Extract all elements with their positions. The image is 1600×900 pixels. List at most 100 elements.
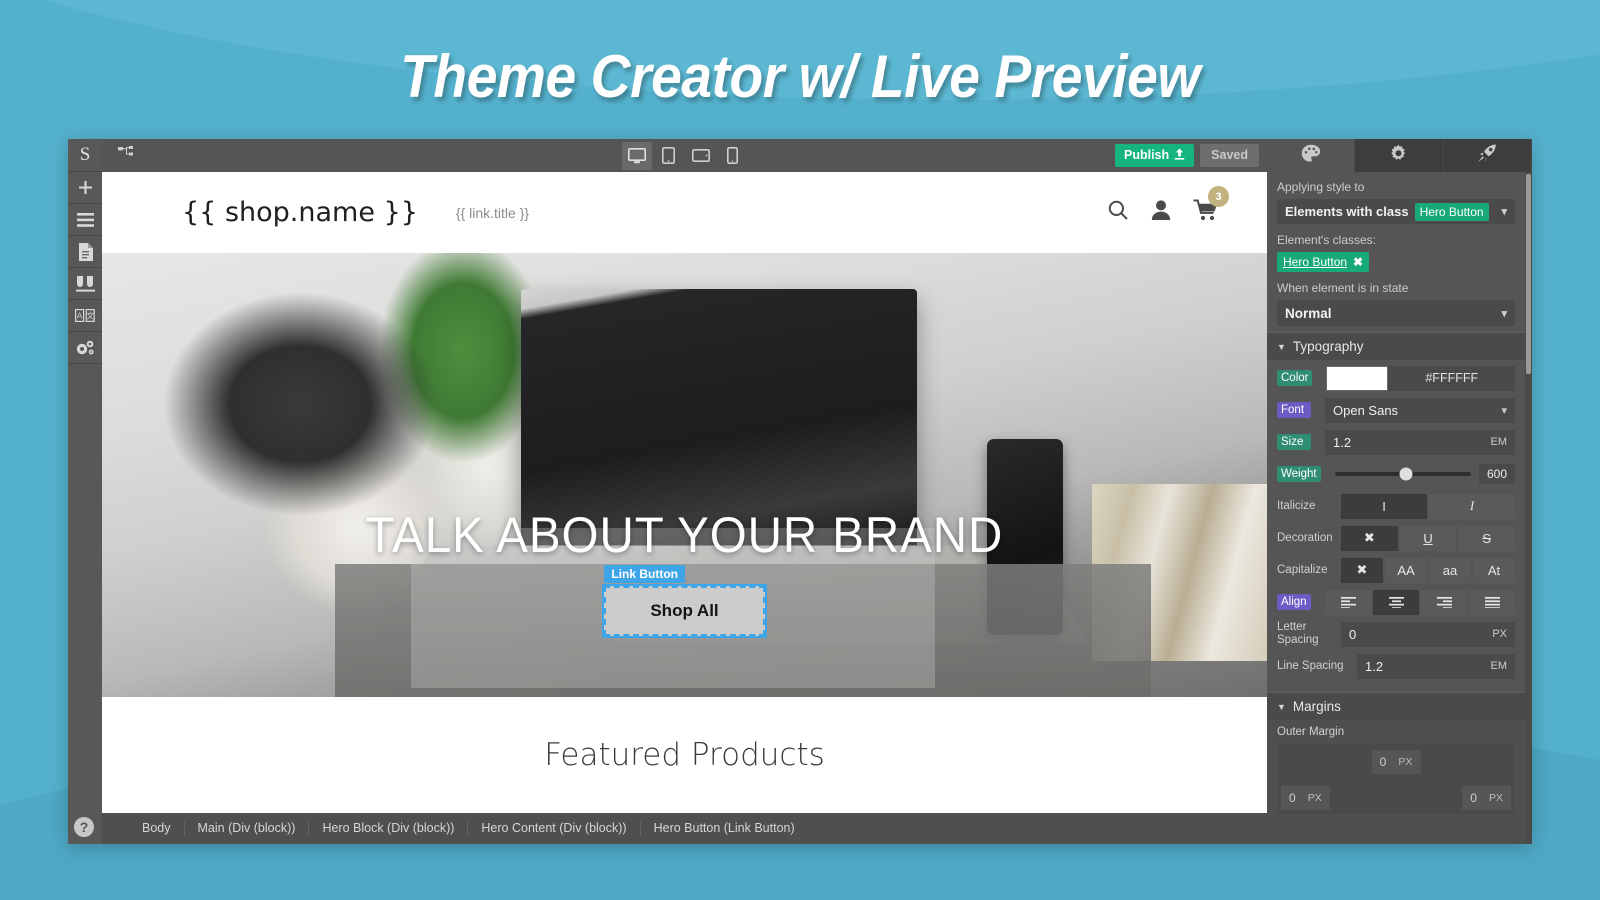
margin-right-input[interactable]: 0 PX <box>1462 786 1511 810</box>
device-preview-switcher <box>102 141 1267 170</box>
prop-line-spacing: Line Spacing 1.2 EM <box>1277 652 1515 680</box>
preview-featured-section: Featured Products <box>102 697 1267 813</box>
align-label: Align <box>1277 593 1311 611</box>
margin-left-input[interactable]: 0 PX <box>1281 786 1330 810</box>
preview-site-header: {{ shop.name }} {{ link.title }} 3 <box>102 172 1267 253</box>
italicize-on-button[interactable]: I <box>1429 493 1515 519</box>
chevron-down-icon: ▾ <box>1501 404 1507 417</box>
translations-icon[interactable]: A文 <box>68 300 102 332</box>
breadcrumb-item-main[interactable]: Main (Div (block)) <box>185 822 310 835</box>
prop-letter-spacing: Letter Spacing 0 PX <box>1277 620 1515 648</box>
selector-section: Applying style to Elements with class He… <box>1267 172 1525 332</box>
align-segmented <box>1325 589 1515 615</box>
capitalize-upper-button[interactable]: AA <box>1385 557 1427 583</box>
align-left-button[interactable] <box>1325 589 1371 615</box>
element-class-chip[interactable]: Hero Button ✖ <box>1277 252 1370 272</box>
publish-button[interactable]: Publish <box>1115 144 1195 167</box>
prop-color: Color #FFFFFF <box>1277 364 1515 392</box>
sitemap-icon[interactable] <box>110 146 143 165</box>
size-unit: EM <box>1490 436 1508 448</box>
italicize-label: Italicize <box>1277 499 1316 512</box>
capitalize-none-button[interactable]: ✖ <box>1341 557 1383 583</box>
margin-top-input[interactable]: 0 PX <box>1371 750 1421 774</box>
margins-section-title: Margins <box>1292 699 1341 714</box>
element-state-select[interactable]: Normal ▾ <box>1277 300 1515 326</box>
layers-icon[interactable] <box>68 204 102 236</box>
inspector-scrollbar[interactable] <box>1525 172 1532 844</box>
search-icon[interactable] <box>1107 199 1129 226</box>
applying-style-select[interactable]: Elements with class Hero Button ▾ <box>1277 199 1515 224</box>
inspector-scroll-body: Applying style to Elements with class He… <box>1267 172 1532 844</box>
device-desktop[interactable] <box>621 141 652 170</box>
line-spacing-unit: EM <box>1490 660 1508 672</box>
banner-title: Theme Creator w/ Live Preview <box>400 43 1200 110</box>
element-state-value: Normal <box>1285 305 1332 321</box>
device-mobile[interactable] <box>718 142 748 170</box>
align-center-button[interactable] <box>1373 589 1419 615</box>
chevron-down-icon: ▾ <box>1501 206 1507 218</box>
hero-button-selection: Link Button Shop All <box>602 565 767 639</box>
color-hex-value[interactable]: #FFFFFF <box>1388 365 1515 391</box>
margins-section-header[interactable]: ▼ Margins <box>1267 692 1525 720</box>
close-icon[interactable]: ✖ <box>1353 255 1363 269</box>
align-right-button[interactable] <box>1421 589 1467 615</box>
weight-value[interactable]: 600 <box>1479 464 1515 484</box>
device-tablet[interactable] <box>654 142 684 170</box>
italicize-off-button[interactable]: I <box>1341 493 1427 519</box>
components-icon[interactable] <box>68 268 102 300</box>
font-select[interactable]: Open Sans ▾ <box>1325 397 1515 423</box>
pages-icon[interactable] <box>68 236 102 268</box>
tab-settings[interactable] <box>1355 139 1444 172</box>
capitalize-title-button[interactable]: At <box>1473 557 1515 583</box>
hero-title-text[interactable]: TALK ABOUT YOUR BRAND <box>131 506 1238 564</box>
publish-label: Publish <box>1124 148 1170 163</box>
breadcrumb-item-hero-button[interactable]: Hero Button (Link Button) <box>641 822 808 835</box>
letter-spacing-input[interactable]: 0 PX <box>1341 621 1515 647</box>
inspector-scrollbar-thumb[interactable] <box>1526 174 1531 374</box>
capitalize-lower-button[interactable]: aa <box>1429 557 1471 583</box>
decoration-underline-button[interactable]: U <box>1399 525 1457 551</box>
app-logo[interactable]: S <box>68 139 102 172</box>
line-spacing-value: 1.2 <box>1365 658 1384 674</box>
applying-style-label: Applying style to <box>1277 180 1365 194</box>
decoration-label: Decoration <box>1277 531 1333 544</box>
account-icon[interactable] <box>1151 199 1171 226</box>
featured-products-title[interactable]: Featured Products <box>544 737 825 773</box>
rocket-icon <box>1477 144 1497 168</box>
hero-shop-all-button[interactable]: Shop All <box>602 584 767 639</box>
line-spacing-input[interactable]: 1.2 EM <box>1357 653 1515 679</box>
shop-name-text: {{ shop.name }} <box>182 197 418 228</box>
weight-slider-knob[interactable] <box>1399 467 1413 481</box>
size-value: 1.2 <box>1333 434 1352 450</box>
chevron-down-icon: ▾ <box>1501 307 1507 320</box>
letter-spacing-label: Letter Spacing <box>1277 621 1319 646</box>
element-state-label: When element is in state <box>1277 281 1409 295</box>
device-tablet-landscape[interactable] <box>686 142 716 170</box>
align-justify-button[interactable] <box>1469 589 1515 615</box>
nav-link-text[interactable]: {{ link.title }} <box>456 205 529 221</box>
color-label: Color <box>1277 369 1313 387</box>
breadcrumb-item-body[interactable]: Body <box>104 822 185 835</box>
tab-publish[interactable] <box>1444 139 1532 172</box>
color-swatch[interactable] <box>1326 365 1389 391</box>
saved-button[interactable]: Saved <box>1200 144 1259 167</box>
decoration-none-button[interactable]: ✖ <box>1341 525 1398 551</box>
prop-capitalize: Capitalize ✖ AA aa At <box>1277 556 1515 584</box>
letter-spacing-value: 0 <box>1349 626 1357 642</box>
typography-section-header[interactable]: ▼ Typography <box>1267 332 1525 360</box>
size-input[interactable]: 1.2 EM <box>1325 429 1515 455</box>
gear-icon <box>1389 144 1408 168</box>
cart-icon[interactable]: 3 <box>1193 186 1229 226</box>
settings-gears-icon[interactable] <box>68 332 102 364</box>
tab-styles[interactable] <box>1267 139 1356 172</box>
help-button[interactable]: ? <box>74 817 94 837</box>
decoration-strikethrough-button[interactable]: S <box>1458 525 1516 551</box>
margin-top-unit: PX <box>1398 756 1413 768</box>
upload-icon <box>1174 148 1185 163</box>
breadcrumb-item-hero-block[interactable]: Hero Block (Div (block)) <box>309 822 469 835</box>
weight-slider[interactable] <box>1334 467 1471 481</box>
add-icon[interactable] <box>68 172 102 204</box>
breadcrumb-item-hero-content[interactable]: Hero Content (Div (block)) <box>468 822 641 835</box>
preview-header-icons: 3 <box>1107 186 1229 226</box>
theme-editor-window: S A文 Publish Saved {{shop.name}} {{li… <box>68 139 1532 844</box>
